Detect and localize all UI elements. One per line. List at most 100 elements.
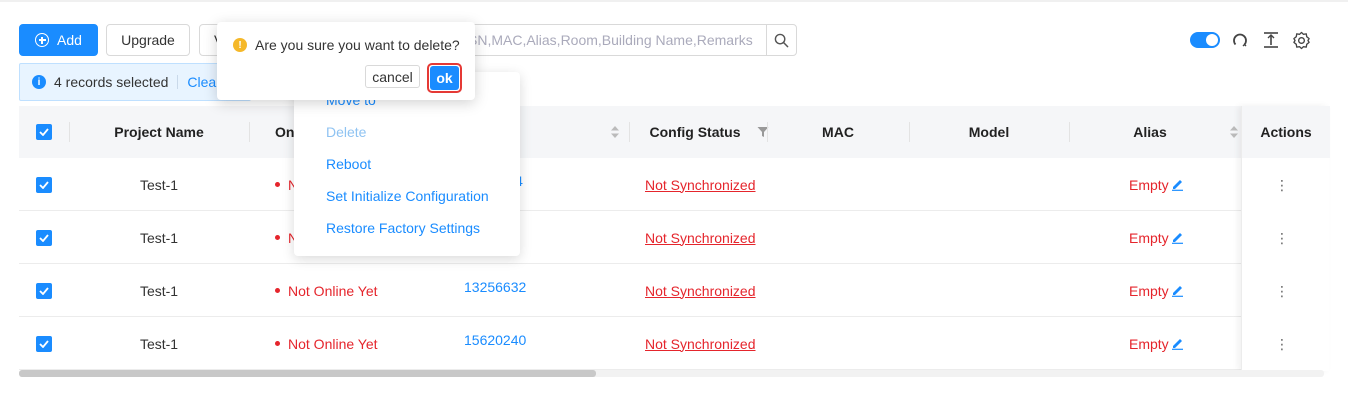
row-checkbox[interactable] [36,282,52,299]
upgrade-button-label: Upgrade [121,32,175,48]
add-button[interactable]: Add [19,24,98,56]
search-input[interactable] [455,24,767,56]
checkbox-checked-icon [39,286,49,295]
actions-column: Actions ⋮ ⋮ ⋮ ⋮ [1241,106,1330,371]
project-name-cell: Test-1 [139,176,179,193]
row-checkbox-cell [19,158,69,211]
row-actions-cell: ⋮ [1242,211,1322,264]
menu-item-set-initialize-configuration[interactable]: Set Initialize Configuration [326,188,489,204]
table-row[interactable]: Test-1 N 4 Not Synchronized Empty [19,158,1329,211]
checkbox-checked-icon [39,180,49,189]
toggle-switch[interactable] [1190,32,1220,48]
alias-text: Empty [1129,229,1169,246]
header-config-status: Config Status [629,106,789,158]
more-vertical-icon[interactable]: ⋮ [1275,284,1289,298]
clear-selection-link[interactable]: Clear [187,74,220,90]
plus-circle-icon [35,33,50,47]
table-row[interactable]: Test-1 Not Online Yet 15620240 Not Synch… [19,317,1329,370]
selection-divider [177,75,179,89]
offline-dot [275,182,280,187]
refresh-button[interactable] [1230,30,1250,50]
row-checkbox-cell [19,317,69,370]
offline-dot [275,288,280,293]
sn-link[interactable]: 15620240 [464,332,526,348]
column-height-button[interactable] [1261,30,1281,50]
row-actions-cell: ⋮ [1242,317,1322,370]
select-all-cell [19,106,69,158]
settings-button[interactable] [1291,30,1311,50]
edit-pencil-icon[interactable] [1171,337,1184,350]
row-actions-cell: ⋮ [1242,158,1322,211]
config-status-link[interactable]: Not Synchronized [645,177,756,193]
search-button[interactable] [766,24,797,56]
project-name-cell: Test-1 [139,282,179,299]
horizontal-scrollbar-thumb[interactable] [19,370,596,377]
select-all-checkbox[interactable] [36,124,52,140]
row-checkbox[interactable] [36,176,52,193]
warning-icon: ! [233,38,247,52]
table-row[interactable]: Test-1 Not Online Yet 13256632 Not Synch… [19,264,1329,317]
more-vertical-icon[interactable]: ⋮ [1275,337,1289,351]
header-mac: MAC [822,124,854,140]
add-button-label: Add [57,32,82,48]
info-icon: i [32,75,46,89]
header-config-status-label: Config Status [649,124,741,140]
status-text: Not Online Yet [288,335,378,352]
config-status-cell: Not Synchronized [629,317,769,370]
alias-cell: Empty [1069,317,1231,370]
header-project-name: Project Name [114,124,204,140]
menu-item-restore-factory-settings[interactable]: Restore Factory Settings [326,220,480,236]
checkbox-checked-icon [39,233,49,242]
edit-pencil-icon[interactable] [1171,284,1184,297]
config-status-cell: Not Synchronized [629,158,769,211]
status-cell: Not Online Yet [275,264,435,317]
delete-confirm-popover: ! Are you sure you want to delete? cance… [217,22,475,100]
more-vertical-icon[interactable]: ⋮ [1275,178,1289,192]
edit-pencil-icon[interactable] [1171,178,1184,191]
sn-cell: 15620240 [464,313,564,366]
offline-dot [275,235,280,240]
more-vertical-icon[interactable]: ⋮ [1275,231,1289,245]
edit-pencil-icon[interactable] [1171,231,1184,244]
alias-cell: Empty [1069,264,1231,317]
table-header: Project Name On Config Status MAC Model … [19,106,1329,158]
alias-cell: Empty [1069,211,1231,264]
checkbox-checked-icon [39,339,49,348]
alias-text: Empty [1129,282,1169,299]
menu-item-delete[interactable]: Delete [326,124,366,140]
alias-text: Empty [1129,176,1169,193]
sn-link[interactable]: 13256632 [464,279,526,295]
sort-icon [1230,126,1238,138]
sort-icon [611,126,619,138]
offline-dot [275,341,280,346]
checkbox-checked-icon [39,128,49,136]
ok-button[interactable]: ok [430,66,459,90]
menu-item-reboot[interactable]: Reboot [326,156,371,172]
upgrade-button[interactable]: Upgrade [106,24,190,56]
cancel-button[interactable]: cancel [365,65,420,88]
project-name-cell: Test-1 [139,335,179,352]
alias-text: Empty [1129,335,1169,352]
gear-icon [1292,31,1310,49]
alias-cell: Empty [1069,158,1231,211]
status-cell: Not Online Yet [275,317,435,370]
config-status-link[interactable]: Not Synchronized [645,283,756,299]
table-row[interactable]: Test-1 N Not Synchronized Empty [19,211,1329,264]
config-status-link[interactable]: Not Synchronized [645,230,756,246]
confirm-message: Are you sure you want to delete? [255,37,460,53]
header-alias: Alias [1133,124,1167,140]
header-divider [249,122,250,142]
row-checkbox-cell [19,264,69,317]
header-sn-sort[interactable] [605,106,625,158]
refresh-icon [1233,33,1247,47]
config-status-link[interactable]: Not Synchronized [645,336,756,352]
row-actions-cell: ⋮ [1242,264,1322,317]
header-model: Model [968,124,1010,140]
selection-count-text: 4 records selected [54,74,169,90]
row-checkbox-cell [19,211,69,264]
sn-cell: 13256632 [464,260,564,313]
row-checkbox[interactable] [36,229,52,246]
search-icon [774,33,789,47]
project-name-cell: Test-1 [139,229,179,246]
row-checkbox[interactable] [36,335,52,352]
